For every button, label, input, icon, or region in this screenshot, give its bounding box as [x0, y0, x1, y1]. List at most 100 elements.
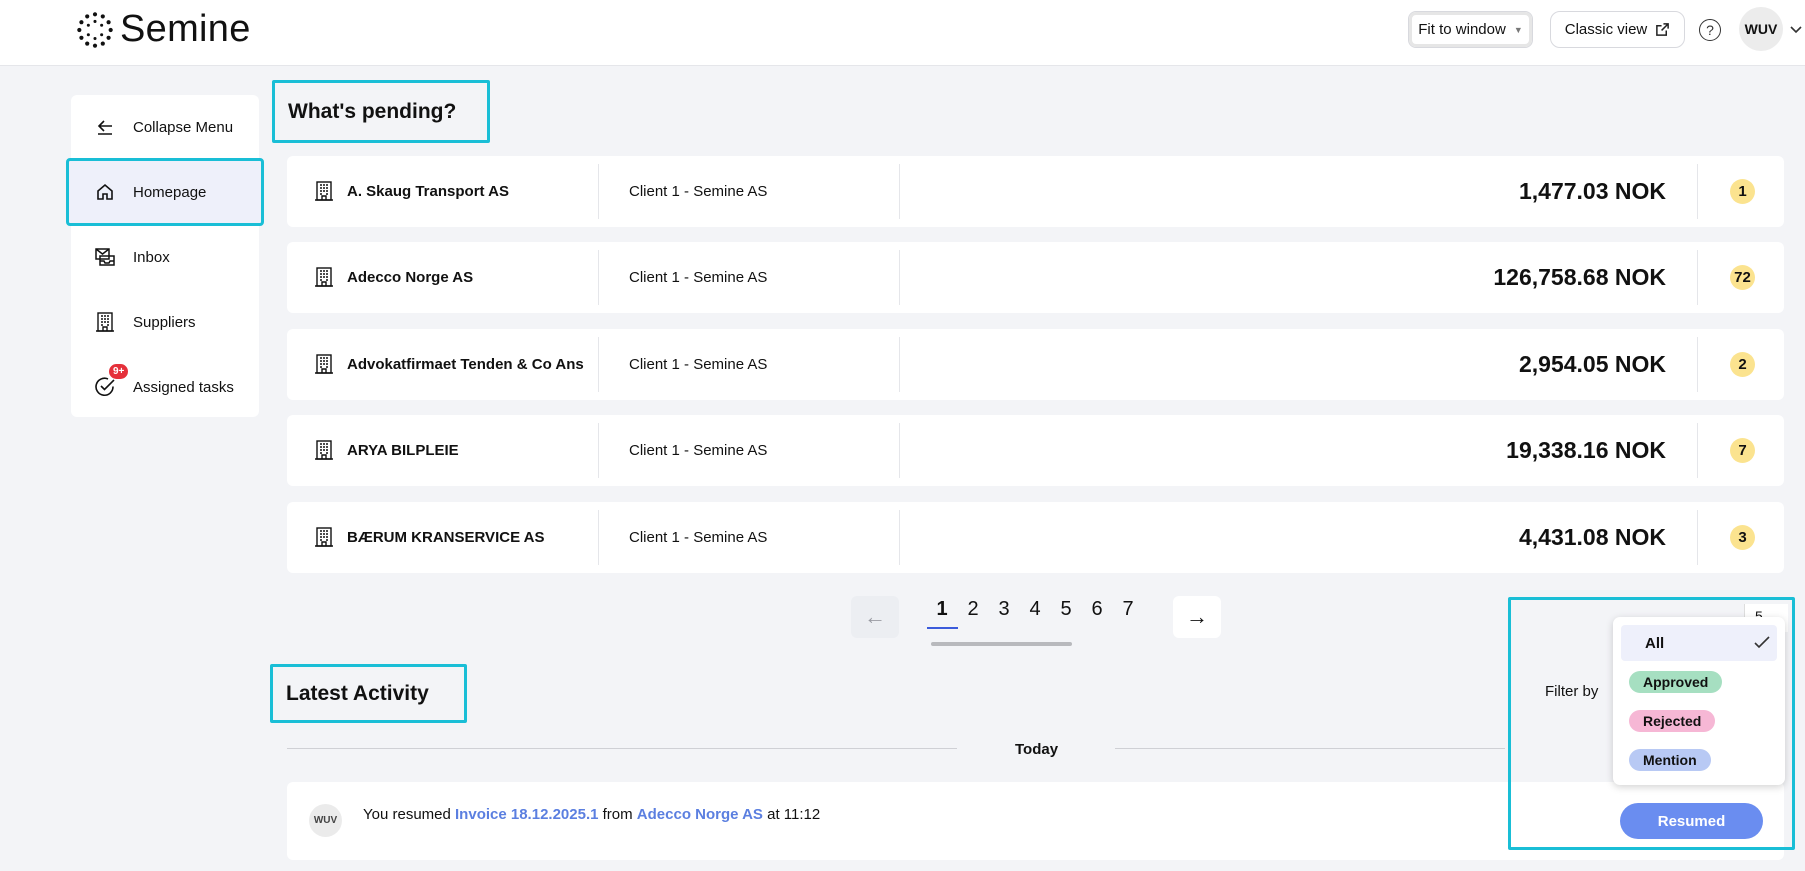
divider: [598, 510, 599, 565]
pending-amount: 2,954.05 NOK: [1518, 351, 1666, 377]
filter-label: Filter by: [1545, 683, 1599, 700]
supplier-name: A. Skaug Transport AS: [347, 183, 509, 200]
resumed-status-button[interactable]: Resumed: [1620, 803, 1763, 839]
activity-text: You resumed Invoice 18.12.2025.1 from Ad…: [363, 806, 820, 823]
filter-dropdown: All Approved Rejected Mention: [1613, 617, 1785, 785]
check-circle-icon: 9+: [93, 364, 129, 399]
pending-count-badge: 1: [1730, 179, 1755, 204]
external-link-icon: [1656, 23, 1670, 36]
supplier-name: Adecco Norge AS: [347, 269, 474, 286]
divider: [899, 250, 900, 305]
pending-row[interactable]: A. Skaug Transport AS Client 1 - Semine …: [287, 156, 1784, 227]
chevron-down-icon[interactable]: [1790, 26, 1802, 34]
supplier-name: ARYA BILPLEIE: [347, 442, 459, 459]
divider: [1697, 250, 1698, 305]
building-icon: [93, 310, 117, 334]
filter-option-all[interactable]: All: [1621, 625, 1777, 661]
active-page-indicator: [927, 627, 958, 629]
collapse-menu-button[interactable]: Collapse Menu: [71, 95, 259, 159]
sidebar-item-label: Collapse Menu: [133, 118, 234, 136]
filter-option-mention[interactable]: Mention: [1621, 742, 1777, 778]
zoom-select[interactable]: Fit to window ▼: [1408, 11, 1533, 48]
page-1-button[interactable]: 1: [931, 598, 953, 621]
page-3-button[interactable]: 3: [993, 598, 1015, 621]
divider: [1697, 337, 1698, 392]
divider: [899, 423, 900, 478]
filter-option-label: Approved: [1629, 671, 1723, 693]
pending-title: What's pending?: [272, 80, 490, 143]
supplier-link[interactable]: Adecco Norge AS: [637, 806, 763, 823]
divider: [1697, 510, 1698, 565]
sidebar-item-homepage[interactable]: Homepage: [66, 158, 264, 226]
prev-page-button[interactable]: ←: [851, 596, 899, 638]
supplier-name: BÆRUM KRANSERVICE AS: [347, 529, 545, 546]
divider: [598, 423, 599, 478]
pending-amount: 1,477.03 NOK: [1518, 178, 1666, 204]
divider: [899, 164, 900, 219]
sidebar-item-label: Inbox: [133, 248, 170, 266]
divider: [1115, 748, 1505, 749]
help-icon[interactable]: ?: [1699, 19, 1721, 41]
user-avatar[interactable]: WUV: [1739, 7, 1783, 51]
brand-logo[interactable]: Semine: [76, 8, 251, 51]
sidebar-item-inbox[interactable]: Inbox: [71, 225, 259, 289]
pending-amount: 19,338.16 NOK: [1506, 437, 1666, 463]
arrow-left-icon: [93, 115, 117, 139]
building-icon: [315, 181, 333, 201]
divider: [598, 164, 599, 219]
activity-prefix: You resumed: [363, 806, 451, 823]
invoice-link[interactable]: Invoice 18.12.2025.1: [455, 806, 598, 823]
pending-count-badge: 3: [1730, 525, 1755, 550]
client-name: Client 1 - Semine AS: [629, 183, 768, 200]
divider: [598, 337, 599, 392]
sidebar: Collapse Menu Homepage Inbox Suppliers 9…: [66, 95, 264, 419]
pending-row[interactable]: ARYA BILPLEIE Client 1 - Semine AS 19,33…: [287, 415, 1784, 486]
activity-title: Latest Activity: [270, 664, 467, 723]
divider: [899, 510, 900, 565]
page-4-button[interactable]: 4: [1024, 598, 1046, 621]
pending-count-badge: 72: [1730, 265, 1755, 290]
pending-count-badge: 2: [1730, 352, 1755, 377]
activity-mid: from: [602, 806, 633, 823]
page-7-button[interactable]: 7: [1117, 598, 1139, 621]
pending-row[interactable]: BÆRUM KRANSERVICE AS Client 1 - Semine A…: [287, 502, 1784, 573]
day-separator: Today: [1015, 741, 1059, 758]
client-name: Client 1 - Semine AS: [629, 442, 768, 459]
divider: [287, 748, 957, 749]
activity-suffix: at 11:12: [767, 806, 821, 823]
filter-option-rejected[interactable]: Rejected: [1621, 703, 1777, 739]
building-icon: [315, 267, 333, 287]
sidebar-item-assigned-tasks[interactable]: 9+ Assigned tasks: [71, 355, 259, 419]
zoom-label: Fit to window: [1418, 21, 1506, 38]
next-page-button[interactable]: →: [1173, 596, 1221, 638]
page-5-button[interactable]: 5: [1055, 598, 1077, 621]
caret-down-icon: ▼: [1513, 24, 1523, 35]
filter-option-label: Rejected: [1629, 710, 1716, 732]
client-name: Client 1 - Semine AS: [629, 356, 768, 373]
home-icon: [93, 180, 117, 204]
filter-option-approved[interactable]: Approved: [1621, 664, 1777, 700]
pending-row[interactable]: Adecco Norge AS Client 1 - Semine AS 126…: [287, 242, 1784, 313]
top-bar: Semine Fit to window ▼ Classic view ? WU…: [0, 0, 1805, 66]
page-2-button[interactable]: 2: [962, 598, 984, 621]
divider: [598, 250, 599, 305]
client-name: Client 1 - Semine AS: [629, 529, 768, 546]
pagination-scrollbar[interactable]: [931, 642, 1072, 646]
building-icon: [315, 354, 333, 374]
classic-view-button[interactable]: Classic view: [1550, 11, 1685, 48]
sidebar-item-suppliers[interactable]: Suppliers: [71, 290, 259, 354]
check-icon: [1754, 636, 1770, 649]
divider: [1697, 164, 1698, 219]
page-6-button[interactable]: 6: [1086, 598, 1108, 621]
building-icon: [315, 440, 333, 460]
brand-name: Semine: [120, 8, 251, 50]
filter-option-label: All: [1645, 634, 1665, 652]
filter-option-label: Mention: [1629, 749, 1711, 771]
notification-badge: 9+: [109, 364, 129, 379]
pending-count-badge: 7: [1730, 438, 1755, 463]
sidebar-item-label: Assigned tasks: [133, 378, 234, 396]
building-icon: [315, 527, 333, 547]
pending-amount: 4,431.08 NOK: [1518, 524, 1666, 550]
pending-row[interactable]: Advokatfirmaet Tenden & Co Ans Client 1 …: [287, 329, 1784, 400]
sidebar-item-label: Homepage: [133, 183, 207, 201]
